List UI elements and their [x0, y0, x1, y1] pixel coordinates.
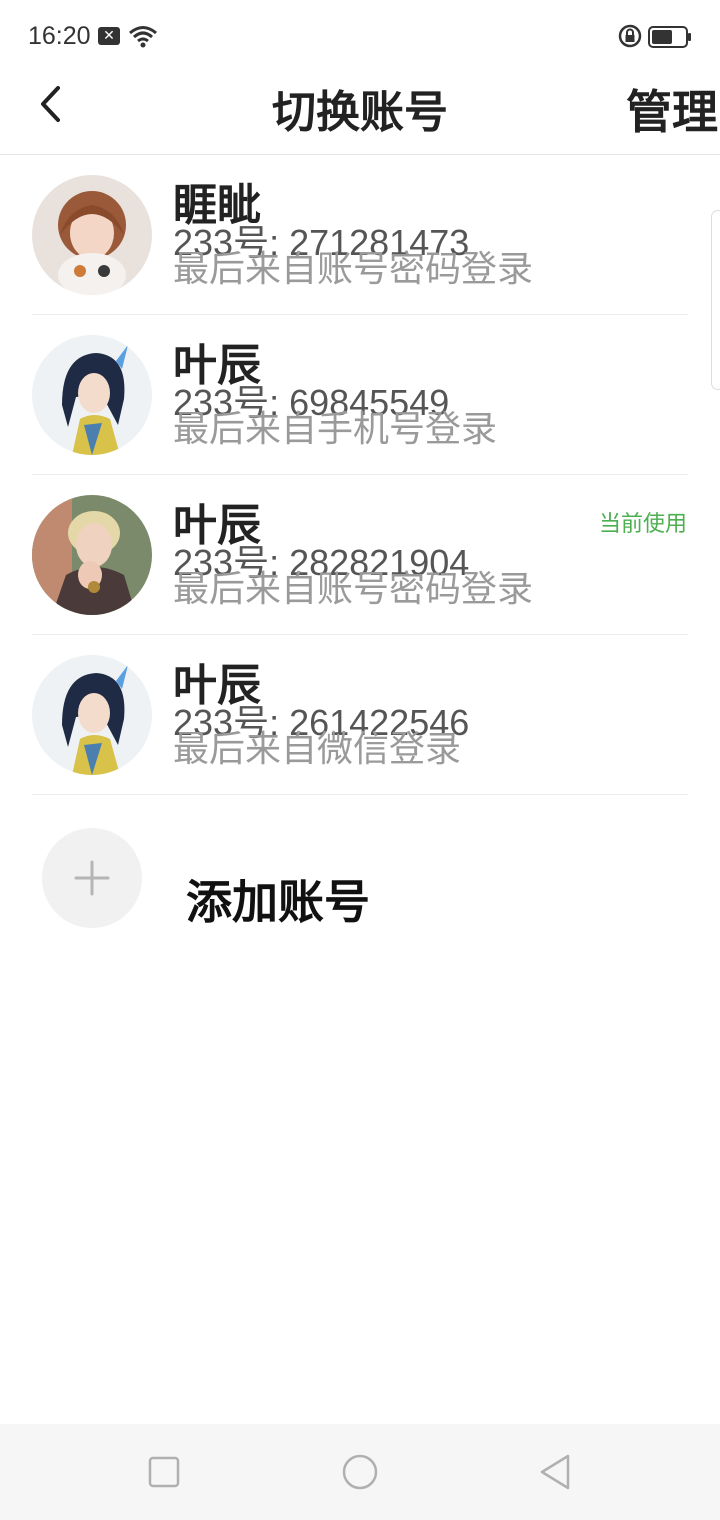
- system-nav-bar: [0, 1424, 720, 1520]
- avatar: [32, 175, 152, 295]
- status-time: 16:20: [28, 22, 91, 50]
- square-icon[interactable]: [142, 1450, 186, 1494]
- page-title: 切换账号: [272, 87, 448, 138]
- account-row[interactable]: 叶辰 233号: 69845549 最后来自手机号登录: [0, 315, 720, 475]
- manage-button[interactable]: 管理: [626, 76, 718, 142]
- account-login-method: 最后来自微信登录: [173, 729, 462, 770]
- app-header: 切换账号 管理: [0, 72, 720, 155]
- close-box-icon: ✕: [98, 27, 120, 45]
- plus-icon: [74, 860, 110, 896]
- rotation-lock-icon: [618, 24, 642, 48]
- current-account-badge: 当前使用: [598, 512, 687, 537]
- divider: [32, 794, 688, 795]
- account-login-method: 最后来自账号密码登录: [173, 569, 534, 610]
- account-row[interactable]: 睚眦 233号: 271281473 最后来自账号密码登录: [0, 155, 720, 315]
- add-account-circle: [42, 828, 142, 928]
- account-login-method: 最后来自手机号登录: [173, 409, 498, 450]
- account-row[interactable]: 叶辰 233号: 261422546 最后来自微信登录: [0, 635, 720, 795]
- avatar: [32, 655, 152, 775]
- avatar: [32, 495, 152, 615]
- account-list: 睚眦 233号: 271281473 最后来自账号密码登录 叶辰 233号: 6…: [0, 155, 720, 795]
- circle-icon[interactable]: [338, 1450, 382, 1494]
- account-row[interactable]: 叶辰 233号: 282821904 最后来自账号密码登录: [0, 475, 720, 635]
- add-account-label: 添加账号: [186, 875, 370, 929]
- status-bar: 16:20 ✕: [0, 0, 720, 72]
- triangle-back-icon[interactable]: [534, 1450, 578, 1494]
- account-login-method: 最后来自账号密码登录: [173, 249, 534, 290]
- battery-icon: [648, 26, 691, 48]
- avatar: [32, 335, 152, 455]
- wifi-icon: [129, 26, 157, 48]
- add-account-button[interactable]: 添加账号: [0, 800, 720, 950]
